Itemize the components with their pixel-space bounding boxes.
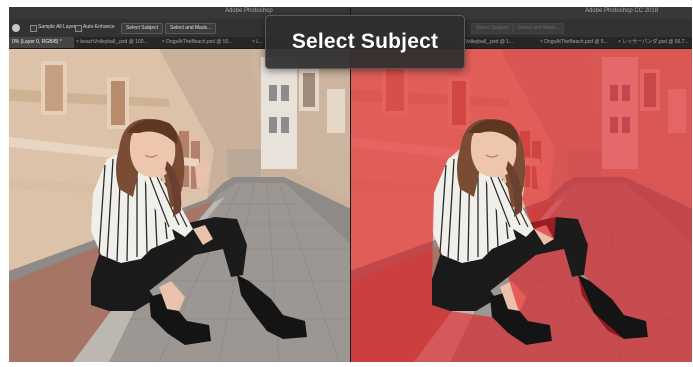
document-tab[interactable]: ...hVolleyball_.psd @ 1... <box>455 37 538 48</box>
before-photo <box>9 49 350 362</box>
sample-all-layers-label: Sample All Layers <box>38 24 79 30</box>
select-and-mask-button[interactable]: Select and Mask... <box>165 23 217 34</box>
document-tab-active[interactable]: 0% (Layer 0, RGB/8) * <box>9 37 74 48</box>
document-tab[interactable]: × レッサーパンダ.psd @ 66.7... <box>615 37 692 48</box>
document-tab[interactable]: × DogsAtTheBeach.psd @ 5... <box>537 37 616 48</box>
quick-mask-overlay <box>350 49 692 362</box>
document-tab[interactable]: × beachVolleyball_.psd @ 100... <box>73 37 160 48</box>
left-window-title: Adobe Photoshop <box>225 8 273 14</box>
quick-selection-tool-icon[interactable] <box>12 24 20 32</box>
callout-label: Select Subject <box>291 30 439 53</box>
after-canvas[interactable] <box>350 49 692 362</box>
select-and-mask-button-right[interactable]: Select and Mask... <box>513 23 565 34</box>
select-subject-button-right[interactable]: Select Subject <box>471 23 513 34</box>
photoshop-comparison-frame: Adobe Photoshop Adobe Photoshop CC 2018 … <box>9 7 692 362</box>
sample-all-layers-checkbox[interactable] <box>30 25 37 32</box>
select-subject-callout: Select Subject <box>265 15 465 69</box>
right-window-title: Adobe Photoshop CC 2018 <box>585 8 659 14</box>
auto-enhance-checkbox[interactable] <box>75 25 82 32</box>
auto-enhance-label: Auto-Enhance <box>83 24 115 30</box>
select-subject-button[interactable]: Select Subject <box>121 23 163 34</box>
document-tab[interactable]: × DogsAtTheBeach.psd @ 50... <box>159 37 250 48</box>
before-canvas[interactable] <box>9 49 350 362</box>
